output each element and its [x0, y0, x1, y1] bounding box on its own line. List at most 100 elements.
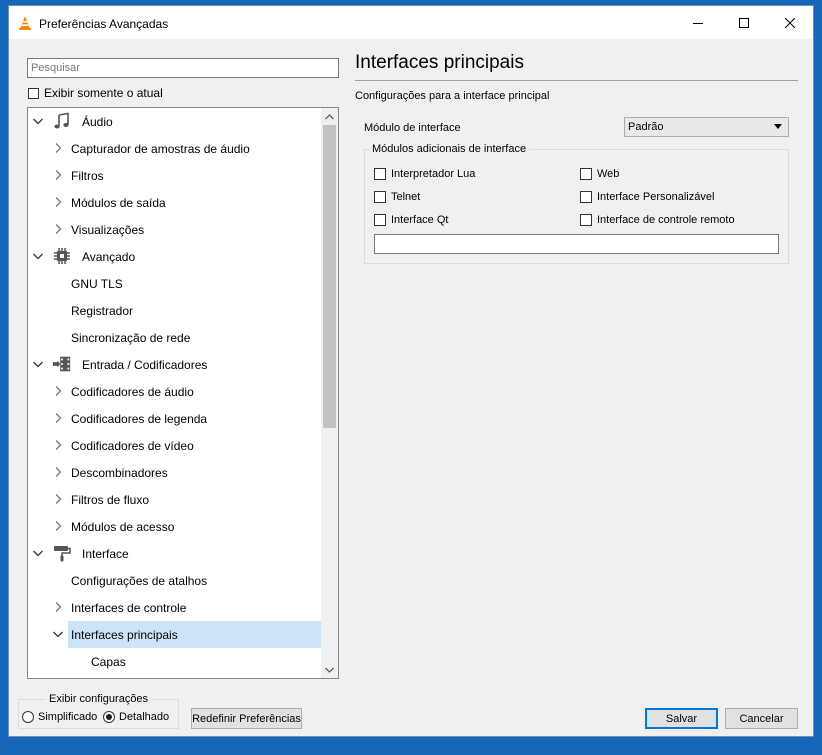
panel-subtitle: Configurações para a interface principal: [355, 90, 550, 102]
chevron-right-icon: [55, 197, 61, 207]
expand-toggle[interactable]: [53, 143, 63, 153]
film-input-icon: [52, 354, 72, 374]
show-current-only-checkbox[interactable]: Exibir somente o atual: [28, 86, 163, 100]
category-tree[interactable]: Áudio Capturador de amostras de áudio Filt…: [27, 107, 339, 679]
module-telnet-label: Telnet: [391, 191, 421, 203]
tree-item-label: Sincronização de rede: [71, 331, 191, 345]
module-rc-checkbox[interactable]: Interface de controle remoto: [580, 214, 735, 226]
cancel-button[interactable]: Cancelar: [725, 708, 798, 729]
chevron-right-icon: [55, 413, 61, 423]
tree-item[interactable]: Registrador: [28, 297, 321, 324]
tree-item[interactable]: Configurações de atalhos: [28, 567, 321, 594]
scroll-thumb[interactable]: [323, 125, 336, 428]
module-skins-checkbox[interactable]: Interface Personalizável: [580, 191, 714, 203]
tree-item[interactable]: Interfaces principais: [53, 621, 321, 648]
title-bar: Preferências Avançadas: [9, 6, 813, 39]
chevron-down-icon: [33, 118, 43, 124]
collapse-toggle[interactable]: [33, 548, 43, 558]
tree-item-label: Módulos de saída: [71, 196, 166, 210]
tree-item[interactable]: Codificadores de legenda: [28, 405, 321, 432]
expand-toggle[interactable]: [53, 386, 63, 396]
tree-item-label: Registrador: [71, 304, 134, 318]
expand-toggle[interactable]: [53, 521, 63, 531]
tree-item-label: Visualizações: [71, 223, 145, 237]
tree-scrollbar[interactable]: [321, 108, 338, 678]
expand-toggle[interactable]: [53, 197, 63, 207]
tree-item[interactable]: Descombinadores: [28, 459, 321, 486]
extra-modules-group-title: Módulos adicionais de interface: [369, 143, 530, 155]
tree-item[interactable]: Filtros: [28, 162, 321, 189]
collapse-toggle[interactable]: [33, 251, 43, 261]
show-settings-title: Exibir configurações: [45, 693, 153, 705]
tree-item-label: Módulos de acesso: [71, 520, 175, 534]
tree-item[interactable]: Visualizações: [28, 216, 321, 243]
expand-toggle[interactable]: [53, 170, 63, 180]
tree-item[interactable]: Codificadores de vídeo: [28, 432, 321, 459]
checkbox-box[interactable]: [374, 214, 386, 226]
module-lua-checkbox[interactable]: Interpretador Lua: [374, 168, 475, 180]
expand-toggle[interactable]: [53, 440, 63, 450]
module-telnet-checkbox[interactable]: Telnet: [374, 191, 420, 203]
interface-module-label: Módulo de interface: [364, 122, 461, 134]
dropdown-arrow-icon: [774, 124, 782, 129]
chevron-right-icon: [55, 224, 61, 234]
checkbox-box[interactable]: [580, 191, 592, 203]
minimize-button[interactable]: [675, 6, 721, 39]
chevron-right-icon: [55, 440, 61, 450]
module-skins-label: Interface Personalizável: [597, 191, 715, 203]
tree-item[interactable]: Codificadores de áudio: [28, 378, 321, 405]
tree-item-label: Interface: [82, 547, 129, 561]
tree-item[interactable]: Áudio: [28, 108, 321, 135]
expand-toggle[interactable]: [53, 602, 63, 612]
save-button[interactable]: Salvar: [645, 708, 718, 729]
chevron-right-icon: [55, 602, 61, 612]
search-input[interactable]: [27, 58, 339, 78]
tree-item-label: Configurações de atalhos: [71, 574, 208, 588]
tree-item[interactable]: Entrada / Codificadores: [28, 351, 321, 378]
radio-circle[interactable]: [22, 711, 34, 723]
chevron-down-icon: [53, 631, 63, 637]
tree-item[interactable]: Sincronização de rede: [28, 324, 321, 351]
tree-item[interactable]: Módulos de acesso: [28, 513, 321, 540]
tree-item[interactable]: Interface: [28, 540, 321, 567]
module-qt-checkbox[interactable]: Interface Qt: [374, 214, 448, 226]
module-web-checkbox[interactable]: Web: [580, 168, 619, 180]
tree-item[interactable]: Avançado: [28, 243, 321, 270]
checkbox-box[interactable]: [374, 191, 386, 203]
tree-item[interactable]: Módulos de saída: [28, 189, 321, 216]
music-note-icon: [52, 111, 72, 131]
tree-item[interactable]: Filtros de fluxo: [28, 486, 321, 513]
collapse-toggle[interactable]: [33, 359, 43, 369]
scroll-down-arrow[interactable]: [321, 661, 338, 678]
module-web-label: Web: [597, 168, 620, 180]
scroll-up-arrow[interactable]: [321, 108, 338, 125]
checkbox-box[interactable]: [28, 87, 39, 99]
maximize-button[interactable]: [721, 6, 767, 39]
tree-item[interactable]: GNU TLS: [28, 270, 321, 297]
tree-item-label: Codificadores de vídeo: [71, 439, 194, 453]
reset-preferences-button[interactable]: Redefinir Preferências: [191, 708, 302, 729]
tree-item[interactable]: Capturador de amostras de áudio: [28, 135, 321, 162]
checkbox-box[interactable]: [580, 168, 592, 180]
tree-item[interactable]: Capas: [28, 648, 321, 675]
checkbox-box[interactable]: [580, 214, 592, 226]
show-current-only-label: Exibir somente o atual: [44, 86, 163, 100]
extra-modules-input[interactable]: [374, 234, 779, 254]
tree-item-label: Codificadores de legenda: [71, 412, 208, 426]
chevron-down-icon: [33, 550, 43, 556]
expand-toggle[interactable]: [53, 494, 63, 504]
radio-circle[interactable]: [103, 711, 115, 723]
interface-module-select[interactable]: Padrão: [624, 117, 789, 137]
collapse-toggle[interactable]: [53, 629, 63, 639]
collapse-toggle[interactable]: [33, 116, 43, 126]
detailed-radio[interactable]: Detalhado: [103, 711, 169, 723]
checkbox-box[interactable]: [374, 168, 386, 180]
interface-module-value: Padrão: [628, 121, 664, 133]
tree-item[interactable]: Interfaces de controle: [28, 594, 321, 621]
close-button[interactable]: [767, 6, 813, 39]
expand-toggle[interactable]: [53, 467, 63, 477]
expand-toggle[interactable]: [53, 224, 63, 234]
simple-radio[interactable]: Simplificado: [22, 711, 97, 723]
expand-toggle[interactable]: [53, 413, 63, 423]
chevron-down-icon: [325, 667, 334, 673]
